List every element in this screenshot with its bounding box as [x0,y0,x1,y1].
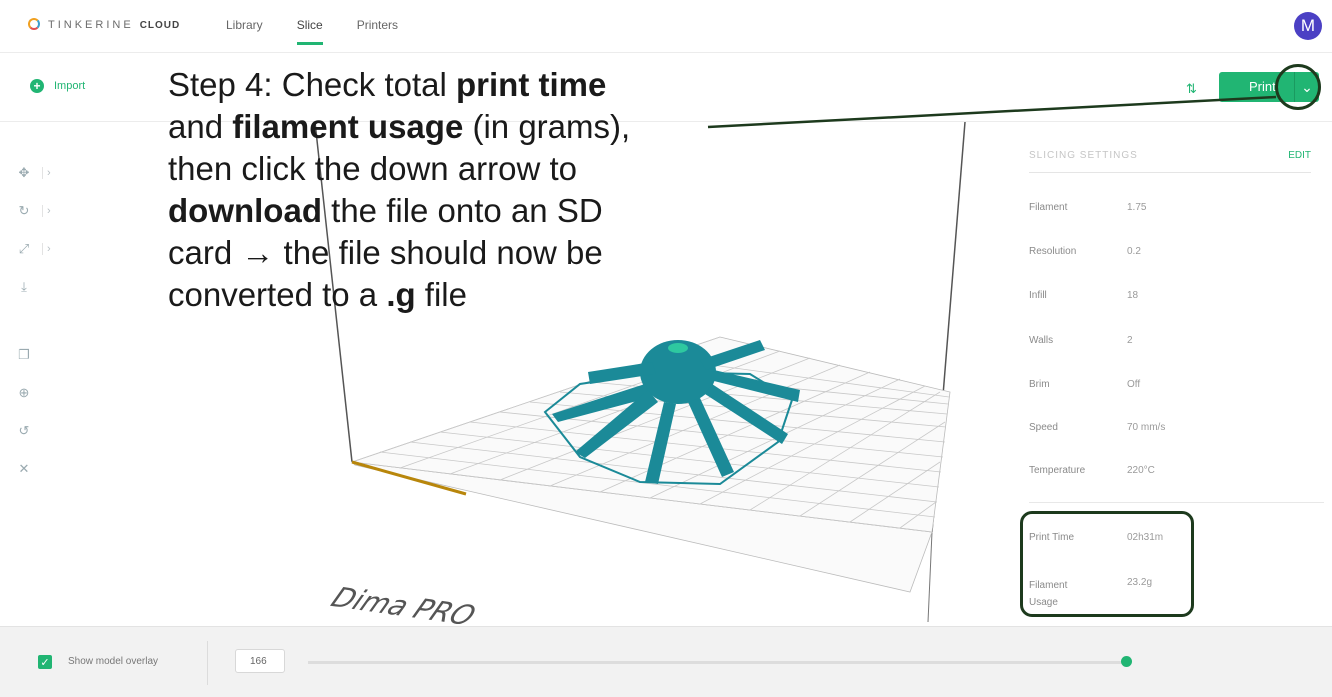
instruction-line1: Step 4: Check total print time [168,66,606,103]
tab-slice[interactable]: Slice [296,18,323,45]
instruction-bold: download [168,192,322,230]
layer-slider-track[interactable] [308,661,1126,664]
setting-row-speed: Speed 70 mm/s [1029,422,1165,433]
import-label: Import [54,80,86,92]
instruction-text: file [415,276,467,314]
scale-tool[interactable]: ⤢ › [14,234,54,264]
center-icon: ⊕ [18,385,30,400]
center-tool[interactable]: ⊕ [14,378,54,408]
bottom-divider [207,641,208,685]
instruction-bold: filament usage [232,108,464,146]
setting-row-filament: Filament 1.75 [1029,202,1146,213]
layer-number-input[interactable]: 166 [235,649,285,673]
instruction-text: converted to a [168,276,387,314]
setting-value: 18 [1127,290,1139,301]
slicing-settings-title: SLICING SETTINGS [1029,150,1138,161]
chevron-right-icon[interactable]: › [42,167,51,179]
setting-value: 70 mm/s [1127,422,1166,433]
instruction-line3: then click the down arrow to [168,150,578,188]
tinkerine-logo-icon [28,18,42,32]
drop-to-bed-tool[interactable]: ⤓ [14,272,54,302]
main-tabs: Library Slice Printers [226,18,398,45]
setting-value: Off [1127,379,1141,390]
duplicate-tool[interactable]: ❐ [14,340,54,370]
reset-icon: ↺ [18,423,30,438]
delete-tool[interactable]: ✕ [14,454,54,484]
reset-tool[interactable]: ↺ [14,416,54,446]
setting-label: Filament [1029,202,1068,213]
settings-toggle-icon[interactable]: ⇅ [1186,81,1197,97]
slicing-settings-header: SLICING SETTINGS EDIT [1029,150,1311,173]
instruction-line2: and filament usage (in grams), [168,108,630,145]
duplicate-icon: ❐ [18,347,30,362]
show-overlay-checkbox[interactable]: ✓ [38,655,52,669]
setting-label: Brim [1029,379,1050,390]
setting-label: Resolution [1029,246,1077,257]
setting-row-resolution: Resolution 0.2 [1029,246,1141,257]
logo-suffix: CLOUD [139,19,181,31]
setting-row-temperature: Temperature 220°C [1029,465,1155,476]
delete-icon: ✕ [18,461,30,476]
user-avatar[interactable]: M [1294,12,1322,40]
rotate-icon: ↻ [18,203,30,218]
setting-value: 1.75 [1127,202,1147,213]
setting-label: Temperature [1029,465,1086,476]
tab-library[interactable]: Library [226,18,263,45]
setting-value: 220°C [1127,465,1155,476]
instruction-text: (in grams), [463,108,631,146]
import-button[interactable]: + Import [30,79,85,93]
instruction-bold: print time [456,66,607,103]
setting-label: Walls [1029,335,1054,346]
show-overlay-label: Show model overlay [68,656,159,667]
instruction-line6: converted to a .g file [168,276,467,313]
instruction-line4: download the file onto an SD [168,192,603,229]
tab-printers[interactable]: Printers [357,18,398,45]
slicing-settings-panel: SLICING SETTINGS EDIT Filament 1.75 Resol… [1017,122,1332,625]
instruction-text: and [168,108,233,146]
layer-slider-thumb[interactable] [1120,656,1132,667]
setting-value: 0.2 [1127,246,1141,257]
move-icon: ✥ [18,165,30,180]
instruction-line5: card → the file should now be [168,234,603,272]
setting-row-infill: Infill 18 [1029,290,1138,301]
top-nav-bar: TINKERINE CLOUD Library Slice Printers M [0,0,1332,53]
download-arrow-highlight [1275,64,1321,110]
edit-settings-button[interactable]: EDIT [1288,150,1311,161]
chevron-right-icon[interactable]: › [42,243,51,255]
move-tool[interactable]: ✥ › [14,158,54,188]
instruction-bold: .g [386,276,416,314]
scale-icon: ⤢ [18,241,30,256]
layer-bar: ✓ Show model overlay 166 [0,626,1332,697]
setting-label: Speed [1029,422,1058,433]
instruction-text: Step 4: Check total [168,66,456,103]
logo-text: TINKERINE [48,19,134,31]
tutorial-instruction-text: Step 4: Check total print time and filam… [168,64,728,316]
setting-value: 2 [1127,335,1133,346]
setting-row-walls: Walls 2 [1029,335,1133,346]
rotate-tool[interactable]: ↻ › [14,196,54,226]
instruction-text: the file onto an SD [321,192,603,230]
setting-label: Infill [1029,290,1047,301]
print-stats-highlight [1020,511,1194,617]
app-logo[interactable]: TINKERINE CLOUD [28,18,180,32]
setting-row-brim: Brim Off [1029,379,1140,390]
plus-icon: + [30,79,44,93]
chevron-right-icon[interactable]: › [42,205,51,217]
drop-to-bed-icon: ⤓ [21,279,27,294]
panel-divider [1029,502,1324,503]
